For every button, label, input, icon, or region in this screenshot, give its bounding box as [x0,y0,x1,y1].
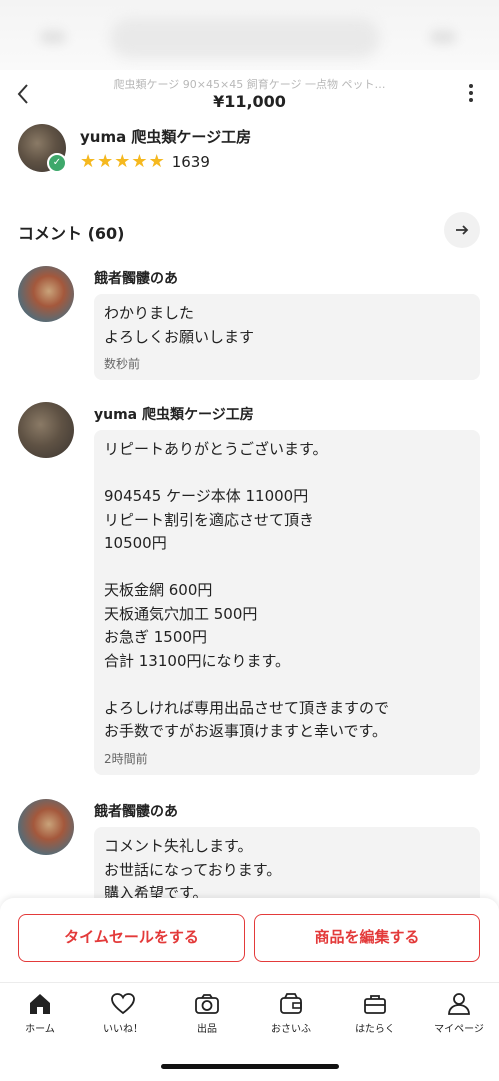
star-icon: ★ [148,151,165,172]
action-bar: タイムセールをする 商品を編集する [0,898,499,982]
comments-more-button[interactable] [444,212,480,248]
comments-header: コメント (60) [18,212,480,248]
timesale-button[interactable]: タイムセールをする [18,914,245,962]
star-icon: ★ [114,151,131,172]
tab-listing[interactable]: 出品 [172,991,242,1035]
tab-label: ホーム [25,1024,55,1035]
item-title: 爬虫類ケージ 90×45×45 飼育ケージ 一点物 ペット… [113,78,386,91]
tab-likes[interactable]: いいね！ [88,991,158,1035]
seller-name[interactable]: yuma 爬虫類ケージ工房 [80,126,251,147]
tab-label: 出品 [197,1024,217,1035]
comment-text: リピートありがとうございます。 904545 ケージ本体 11000円 リピート… [104,440,390,740]
star-icon: ★ [80,151,97,172]
edit-item-button[interactable]: 商品を編集する [254,914,480,962]
comment-item: 餓者髑髏のあ コメント失礼します。 お世話になっております。 購入希望です。 [18,799,480,914]
item-price: ¥11,000 [213,92,286,111]
seller-row[interactable]: ✓ yuma 爬虫類ケージ工房 ★ ★ ★ ★ ★ 1639 [18,124,478,180]
item-header: 爬虫類ケージ 90×45×45 飼育ケージ 一点物 ペット… ¥11,000 [0,70,499,120]
rating-count: 1639 [171,153,210,171]
tab-label: おさいふ [271,1024,311,1035]
home-icon [30,994,50,1014]
seller-rating: ★ ★ ★ ★ ★ 1639 [80,152,210,172]
blurred-top-area [0,0,499,70]
commenter-name[interactable]: 餓者髑髏のあ [94,801,178,821]
commenter-name[interactable]: 餓者髑髏のあ [94,268,178,288]
commenter-avatar[interactable] [18,266,74,322]
wallet-icon [280,993,302,1014]
tab-wallet[interactable]: おさいふ [256,991,326,1035]
dot-icon [469,98,473,102]
arrow-right-icon [456,225,469,235]
commenter-avatar[interactable] [18,402,74,458]
comment-bubble: リピートありがとうございます。 904545 ケージ本体 11000円 リピート… [94,430,480,775]
tab-work[interactable]: はたらく [340,991,410,1035]
star-icon: ★ [97,151,114,172]
verified-check-icon: ✓ [47,153,67,173]
star-icon: ★ [131,151,148,172]
briefcase-icon [364,995,386,1014]
more-options-button[interactable] [461,84,481,106]
tab-label: マイページ [434,1024,484,1035]
tab-label: いいね！ [103,1024,143,1035]
comment-item: 餓者髑髏のあ わかりました よろしくお願いします 数秒前 [18,266,480,386]
dot-icon [469,91,473,95]
tab-label: はたらく [355,1024,395,1035]
heart-icon [111,993,135,1015]
camera-icon [195,994,219,1014]
comment-text: わかりました よろしくお願いします [104,304,255,346]
tab-mypage[interactable]: マイページ [424,991,494,1035]
commenter-name[interactable]: yuma 爬虫類ケージ工房 [94,404,254,424]
comments-title: コメント (60) [18,224,125,243]
dot-icon [469,84,473,88]
home-indicator [161,1064,339,1069]
comment-text: コメント失礼します。 お世話になっております。 購入希望です。 [104,837,282,902]
comment-item: yuma 爬虫類ケージ工房 リピートありがとうございます。 904545 ケージ… [18,402,480,782]
comment-time: 数秒前 [104,357,141,371]
comment-bubble: わかりました よろしくお願いします 数秒前 [94,294,480,380]
commenter-avatar[interactable] [18,799,74,855]
person-icon [448,993,470,1015]
comment-time: 2時間前 [104,751,148,766]
tab-home[interactable]: ホーム [5,991,75,1035]
